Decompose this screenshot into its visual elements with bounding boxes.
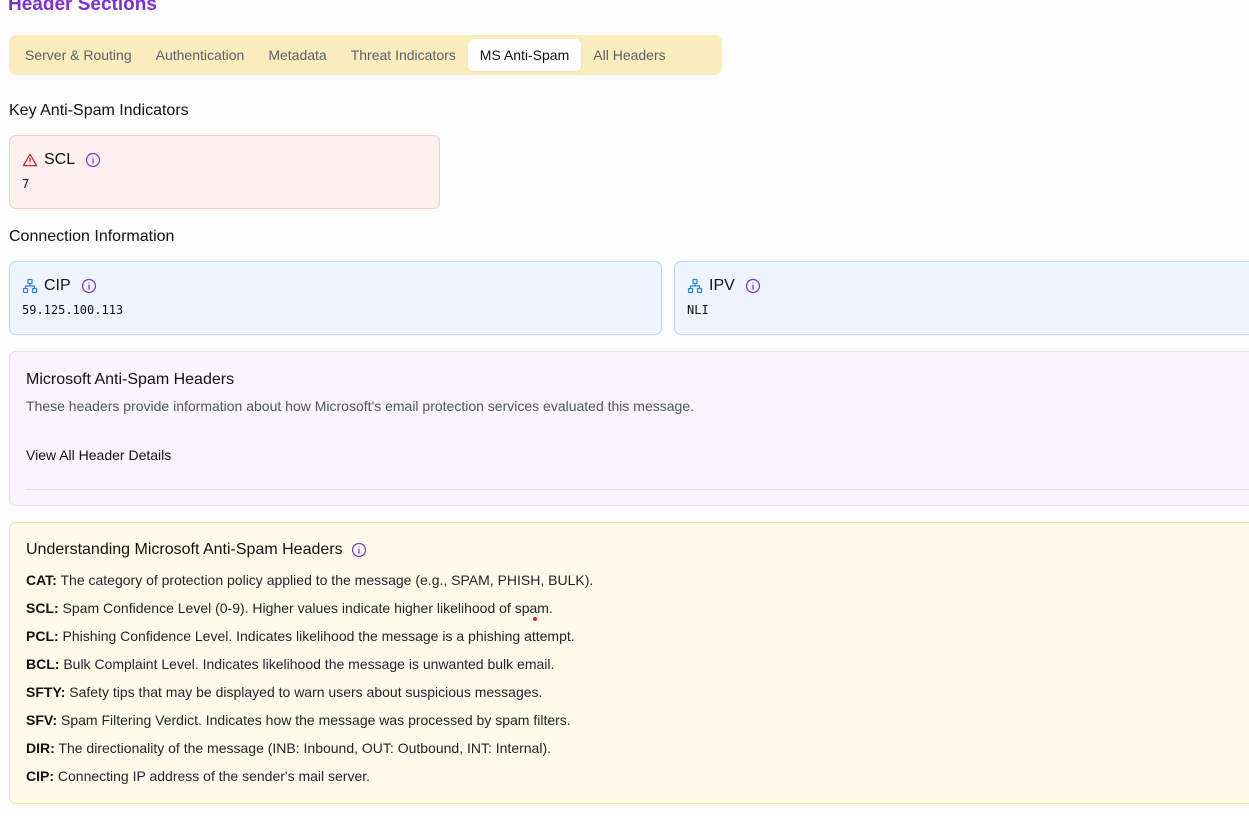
scl-label: SCL bbox=[44, 151, 76, 168]
definition-text: Connecting IP address of the sender's ma… bbox=[54, 768, 371, 784]
cursor-dot bbox=[533, 617, 537, 621]
info-icon[interactable] bbox=[745, 278, 761, 294]
network-icon bbox=[22, 278, 38, 294]
definition-key: PCL: bbox=[26, 628, 59, 644]
definition-item: SFV: Spam Filtering Verdict. Indicates h… bbox=[26, 706, 1249, 734]
definition-key: SFTY: bbox=[26, 684, 66, 700]
scl-card: SCL 7 bbox=[9, 135, 440, 209]
scl-value: 7 bbox=[22, 177, 30, 191]
definition-text: The category of protection policy applie… bbox=[56, 572, 594, 588]
key-indicators-heading: Key Anti-Spam Indicators bbox=[9, 102, 189, 119]
ms-headers-title: Microsoft Anti-Spam Headers bbox=[26, 371, 235, 388]
definition-key: SFV: bbox=[26, 712, 58, 728]
definition-text: Bulk Complaint Level. Indicates likeliho… bbox=[59, 656, 555, 672]
definition-text: Safety tips that may be displayed to war… bbox=[65, 684, 543, 700]
connection-info-heading: Connection Information bbox=[9, 228, 175, 245]
ms-anti-spam-headers-panel: Microsoft Anti-Spam Headers These header… bbox=[9, 351, 1249, 506]
network-icon bbox=[687, 278, 703, 294]
definition-item: CAT: The category of protection policy a… bbox=[26, 566, 1249, 594]
definition-text: Spam Filtering Verdict. Indicates how th… bbox=[57, 712, 571, 728]
definition-text: Spam Confidence Level (0-9). Higher valu… bbox=[58, 600, 553, 616]
definition-list: CAT: The category of protection policy a… bbox=[26, 566, 1249, 790]
warning-triangle-icon bbox=[22, 152, 38, 168]
definition-key: CAT: bbox=[26, 572, 57, 588]
info-icon[interactable] bbox=[85, 152, 101, 168]
cip-card: CIP 59.125.100.113 bbox=[9, 261, 662, 335]
ipv-label: IPV bbox=[709, 277, 735, 294]
header-section-tabs: Server & Routing Authentication Metadata… bbox=[9, 35, 722, 75]
tab-threat-indicators[interactable]: Threat Indicators bbox=[339, 39, 468, 71]
info-icon[interactable] bbox=[351, 542, 367, 558]
understanding-title: Understanding Microsoft Anti-Spam Header… bbox=[26, 541, 343, 558]
definition-item: BCL: Bulk Complaint Level. Indicates lik… bbox=[26, 650, 1249, 678]
tab-ms-anti-spam[interactable]: MS Anti-Spam bbox=[467, 39, 582, 71]
tab-authentication[interactable]: Authentication bbox=[144, 39, 257, 71]
definition-text: The directionality of the message (INB: … bbox=[54, 740, 551, 756]
ipv-card: IPV NLI bbox=[674, 261, 1249, 335]
definition-key: DIR: bbox=[26, 740, 55, 756]
definition-text: Phishing Confidence Level. Indicates lik… bbox=[58, 628, 575, 644]
ms-headers-description: These headers provide information about … bbox=[26, 398, 695, 414]
definition-item: PCL: Phishing Confidence Level. Indicate… bbox=[26, 622, 1249, 650]
tab-all-headers[interactable]: All Headers bbox=[581, 39, 677, 71]
definition-item: SCL: Spam Confidence Level (0-9). Higher… bbox=[26, 594, 1249, 622]
definition-key: BCL: bbox=[26, 656, 60, 672]
definition-item: CIP: Connecting IP address of the sender… bbox=[26, 762, 1249, 790]
cip-label: CIP bbox=[44, 277, 71, 294]
info-icon[interactable] bbox=[81, 278, 97, 294]
understanding-panel: Understanding Microsoft Anti-Spam Header… bbox=[9, 522, 1249, 804]
view-all-header-details-toggle[interactable]: View All Header Details bbox=[26, 447, 171, 463]
definition-key: SCL: bbox=[26, 600, 59, 616]
tab-metadata[interactable]: Metadata bbox=[256, 39, 338, 71]
definition-item: DIR: The directionality of the message (… bbox=[26, 734, 1249, 762]
cip-value: 59.125.100.113 bbox=[22, 303, 124, 317]
definition-item: SFTY: Safety tips that may be displayed … bbox=[26, 678, 1249, 706]
definition-key: CIP: bbox=[26, 768, 54, 784]
divider bbox=[26, 489, 1249, 490]
section-title: Header Sections bbox=[8, 0, 157, 15]
ipv-value: NLI bbox=[687, 303, 709, 317]
tab-server-routing[interactable]: Server & Routing bbox=[13, 39, 144, 71]
